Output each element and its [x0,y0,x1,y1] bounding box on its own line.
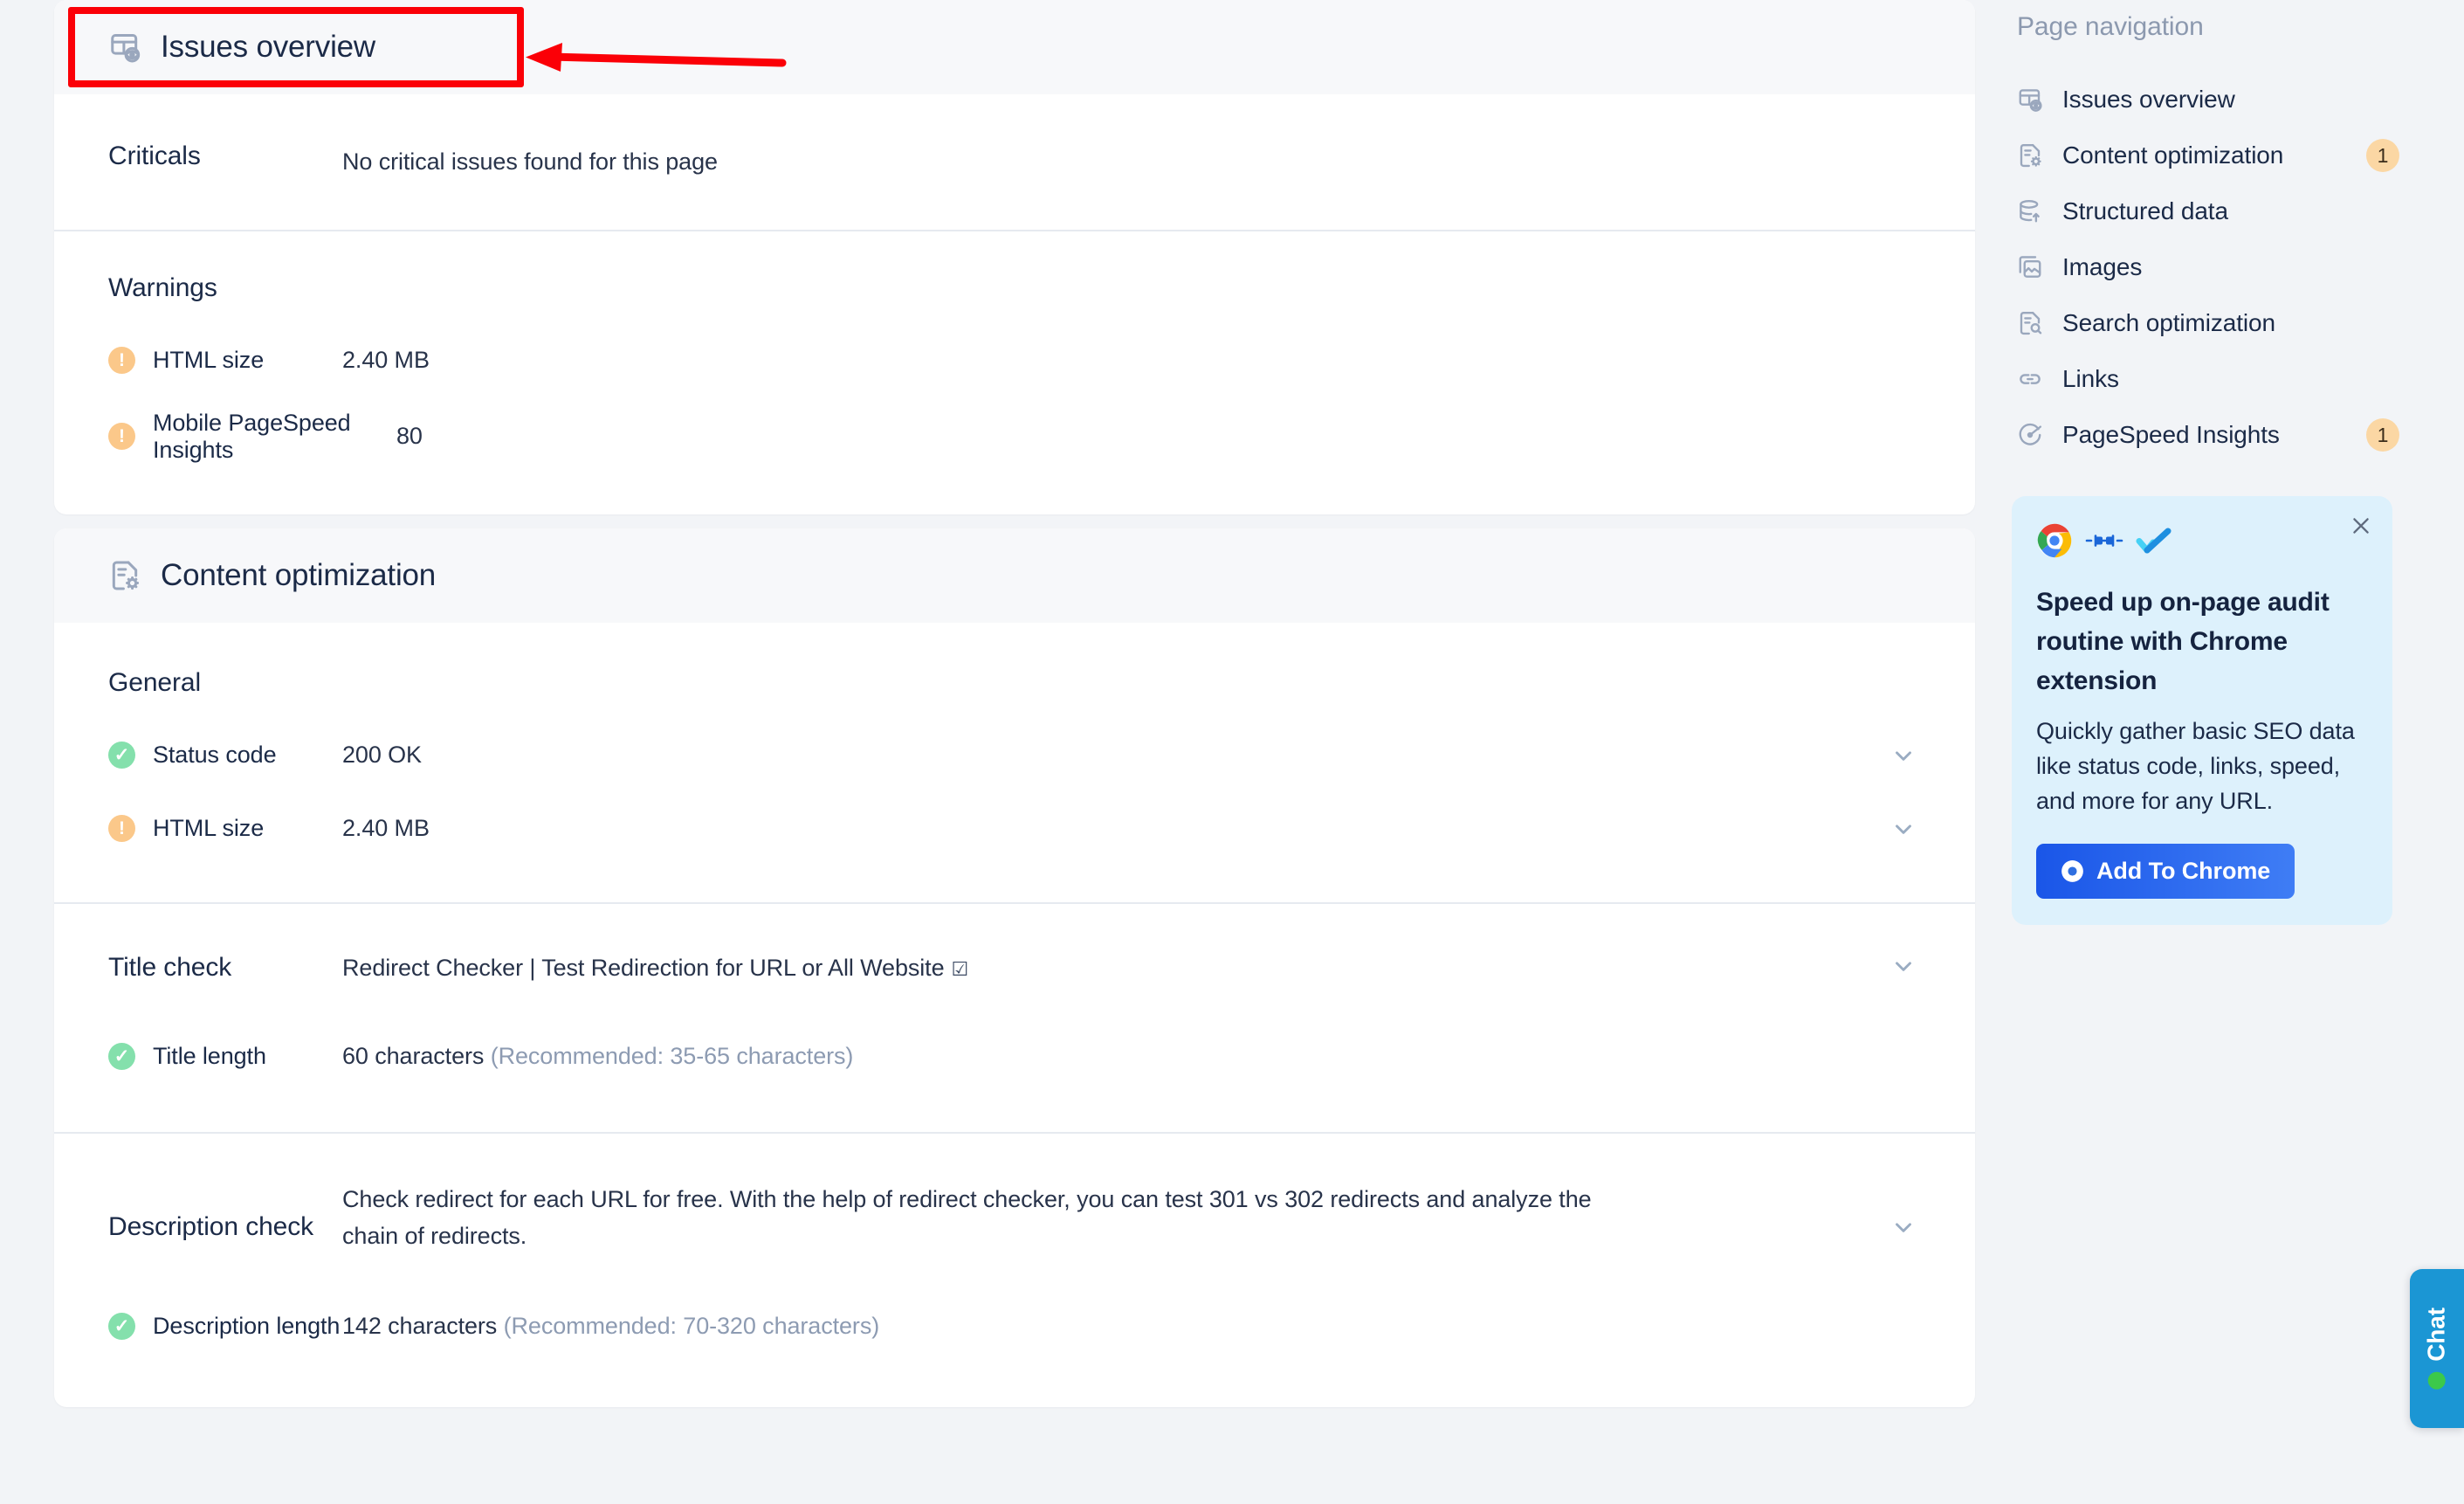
page-navigation-sidebar: Page navigation Issues overview Content … [2008,0,2419,925]
general-label-text: Status code [153,742,277,769]
warning-label: HTML size [153,347,265,374]
sidebar-item-label: Images [2062,253,2143,280]
warning-row-mobile-pagespeed[interactable]: ! Mobile PageSpeed Insights 80 [108,410,1921,464]
chat-label: Chat [2423,1307,2451,1362]
sidebar-item-images[interactable]: Images [2008,239,2419,295]
sidebar-item-label: PageSpeed Insights [2062,421,2280,448]
description-check-value: Check redirect for each URL for free. Wi… [342,1185,1592,1250]
sidebar-item-label: Content optimization [2062,141,2284,169]
sidebar-item-pagespeed-insights[interactable]: PageSpeed Insights 1 [2008,407,2419,463]
description-length-hint: (Recommended: 70-320 characters) [503,1313,880,1340]
sitechecker-check-icon [2136,527,2172,559]
sidebar-item-issues-overview[interactable]: Issues overview [2008,72,2419,128]
sidebar-item-search-optimization[interactable]: Search optimization [2008,295,2419,351]
criticals-section: Criticals No critical issues found for t… [54,94,1975,230]
issues-overview-icon [2017,86,2043,113]
database-icon [2017,198,2043,224]
general-value: 200 OK [342,742,422,769]
page-title: Issues overview [161,30,375,64]
search-document-icon [2017,310,2043,336]
issues-overview-header: Issues overview [54,0,1975,94]
title-length-row: ✓ Title length 60 characters (Recommende… [108,1032,1921,1081]
gauge-icon [2017,422,2043,448]
sidebar-item-label: Issues overview [2062,86,2235,113]
sidebar-item-label: Links [2062,365,2119,392]
criticals-row: Criticals No critical issues found for t… [108,140,1921,181]
sidebar-title: Page navigation [2017,12,2204,41]
add-to-chrome-button[interactable]: Add To Chrome [2036,843,2295,899]
warnings-label: Warnings [108,273,217,302]
add-to-chrome-label: Add To Chrome [2096,857,2271,884]
criticals-label: Criticals [108,141,201,170]
sidebar-item-content-optimization[interactable]: Content optimization 1 [2008,128,2419,183]
warning-icon: ! [108,815,135,843]
plug-connect-icon [2085,530,2123,555]
external-link-icon[interactable]: ☑ [952,958,969,980]
image-icon [2017,254,2043,280]
general-section: General ✓ Status code 200 OK ! HTML size… [54,623,1975,902]
sidebar-item-badge: 1 [2366,418,2399,452]
check-circle-icon: ✓ [108,742,135,769]
general-row-html-size[interactable]: ! HTML size 2.40 MB [108,804,1921,853]
sidebar-item-badge: 1 [2366,139,2399,172]
chevron-down-icon[interactable] [1886,949,1921,979]
promo-logos [2036,522,2368,563]
sidebar-item-label: Structured data [2062,197,2228,224]
sidebar-item-links[interactable]: Links [2008,351,2419,407]
sidebar-item-label: Search optimization [2062,309,2276,336]
check-circle-icon: ✓ [108,1043,135,1070]
description-length-label: Description length [153,1313,341,1340]
description-length-row: ✓ Description length 142 characters (Rec… [108,1302,1921,1351]
issues-overview-icon [108,31,141,64]
chevron-down-icon[interactable] [1886,816,1921,842]
content-optimization-card: Content optimization General ✓ Status co… [54,528,1975,1407]
section-title: Content optimization [161,557,437,592]
warning-row-html-size[interactable]: ! HTML size 2.40 MB [108,336,1921,385]
description-check-section: Description check Check redirect for eac… [54,1134,1975,1407]
warnings-section: Warnings ! HTML size 2.40 MB ! Mobile Pa… [54,231,1975,514]
issues-overview-card: Issues overview Criticals No critical is… [54,0,1975,514]
title-length-count: 60 characters [342,1043,485,1069]
criticals-value: No critical issues found for this page [342,148,718,175]
promo-body: Quickly gather basic SEO data like statu… [2036,718,2355,814]
warning-icon: ! [108,347,135,375]
general-row-status-code[interactable]: ✓ Status code 200 OK [108,731,1921,780]
general-value: 2.40 MB [342,815,430,842]
warning-label: Mobile PageSpeed Insights [153,409,351,463]
chrome-extension-promo-card: Speed up on-page audit routine with Chro… [2012,496,2392,925]
title-length-label: Title length [153,1043,266,1069]
description-length-count: 142 characters [342,1313,498,1340]
page-root: Issues overview Criticals No critical is… [0,0,2464,1504]
description-length-value: 142 characters (Recommended: 70-320 char… [342,1313,1921,1340]
warning-icon: ! [108,423,135,451]
title-check-section: Title check Redirect Checker | Test Redi… [54,904,1975,1132]
chrome-logo-icon [2061,859,2084,883]
chat-widget-button[interactable]: Chat [2410,1269,2464,1428]
general-label-text: HTML size [153,815,265,842]
title-check-value: Redirect Checker | Test Redirection for … [342,949,1652,987]
chevron-down-icon[interactable] [1886,742,1921,769]
description-check-label: Description check [108,1211,314,1241]
chrome-logo-icon [2036,522,2073,563]
chevron-down-icon[interactable] [1886,1181,1921,1240]
title-length-hint: (Recommended: 35-65 characters) [490,1043,854,1069]
warning-value: 2.40 MB [342,347,430,374]
description-check-row[interactable]: Description check Check redirect for eac… [108,1181,1921,1255]
close-icon[interactable] [2349,514,2373,542]
title-check-row[interactable]: Title check Redirect Checker | Test Redi… [108,949,1921,987]
warning-value: 80 [396,423,423,450]
title-text: Redirect Checker | Test Redirection for … [342,954,945,981]
main-content-column: Issues overview Criticals No critical is… [54,0,1975,1407]
title-check-label: Title check [108,952,232,982]
general-label: General [108,667,202,697]
promo-heading: Speed up on-page audit routine with Chro… [2036,588,2330,695]
content-optimization-icon [108,559,141,592]
title-length-value: 60 characters (Recommended: 35-65 charac… [342,1043,1921,1070]
sidebar-item-structured-data[interactable]: Structured data [2008,183,2419,239]
online-dot-icon [2428,1371,2447,1390]
link-icon [2017,366,2043,392]
check-circle-icon: ✓ [108,1313,135,1341]
content-optimization-header: Content optimization [54,528,1975,623]
content-optimization-icon [2017,142,2043,169]
